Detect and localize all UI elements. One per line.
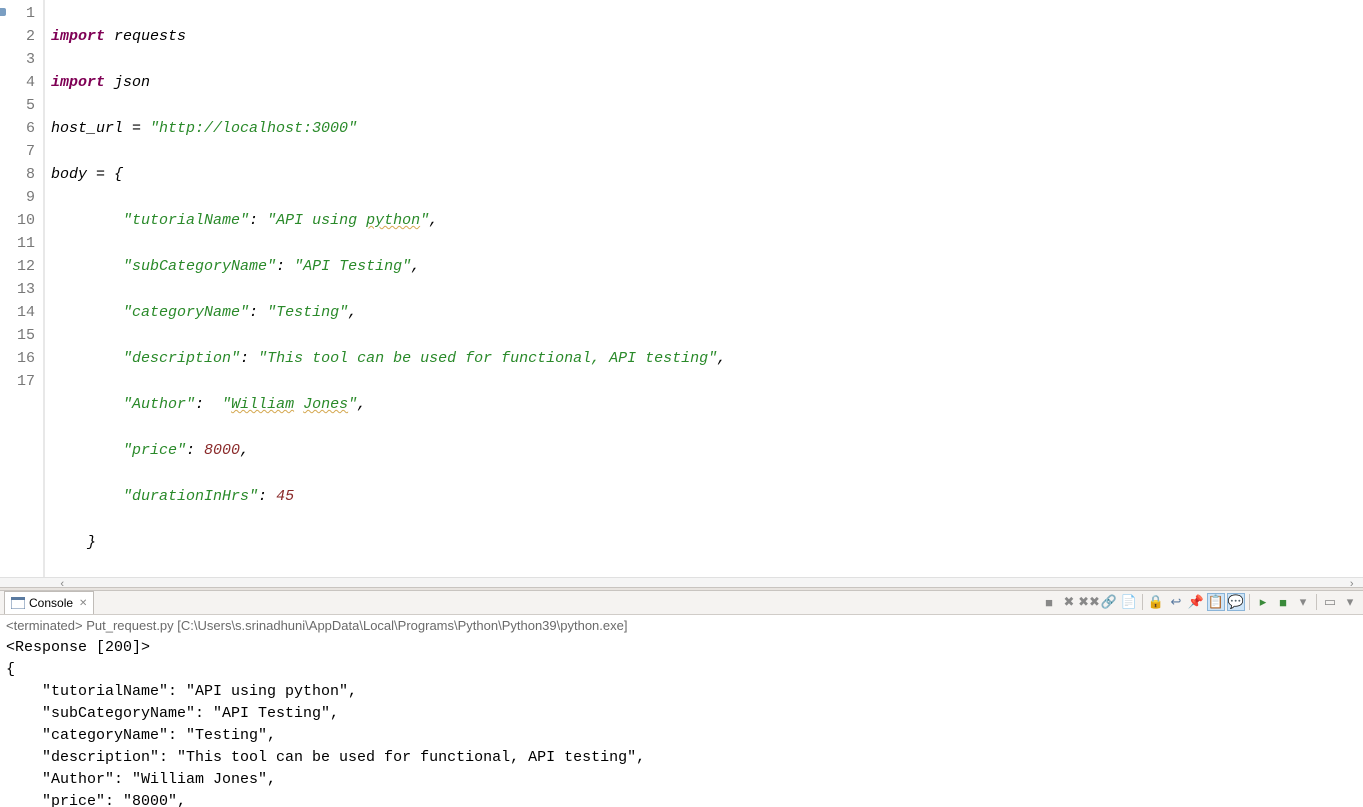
console-icon: [11, 597, 25, 609]
line-number: 16: [0, 347, 35, 370]
code-line[interactable]: "durationInHrs": 45: [51, 485, 1363, 508]
scroll-lock-icon[interactable]: 🔒: [1147, 593, 1165, 611]
scroll-right-icon[interactable]: ›: [1344, 579, 1359, 591]
word-wrap-icon[interactable]: ↩: [1167, 593, 1185, 611]
view-menu-icon[interactable]: ▾: [1294, 593, 1312, 611]
line-number: 5: [0, 94, 35, 117]
remove-launch-icon[interactable]: ✖: [1060, 593, 1078, 611]
line-number-gutter: 1 2 3 4 5 6 7 8 9 10 11 12 13 14 15 16 1…: [0, 0, 45, 577]
line-number: 8: [0, 163, 35, 186]
scroll-left-icon[interactable]: ‹: [55, 579, 70, 591]
editor-pane: 1 2 3 4 5 6 7 8 9 10 11 12 13 14 15 16 1…: [0, 0, 1363, 577]
code-line[interactable]: "Author": "William Jones",: [51, 393, 1363, 416]
code-line[interactable]: body = {: [51, 163, 1363, 186]
separator: [1316, 594, 1317, 610]
fold-marker[interactable]: [0, 8, 6, 16]
code-line[interactable]: import json: [51, 71, 1363, 94]
maximize-icon[interactable]: ▾: [1341, 593, 1359, 611]
console-header: Console ✕ ■ ✖ ✖✖ 🔗 📄 🔒 ↩ 📌 📋 💬 ▸ ■ ▾ ▭ ▾: [0, 591, 1363, 615]
code-line[interactable]: "tutorialName": "API using python",: [51, 209, 1363, 232]
minimize-icon[interactable]: ▭: [1321, 593, 1339, 611]
console-tab-label: Console: [29, 596, 73, 610]
horizontal-scrollbar[interactable]: ‹ ›: [0, 577, 1363, 587]
code-line[interactable]: host_url = "http://localhost:3000": [51, 117, 1363, 140]
separator: [1142, 594, 1143, 610]
code-line[interactable]: "categoryName": "Testing",: [51, 301, 1363, 324]
line-number: 3: [0, 48, 35, 71]
code-line[interactable]: }: [51, 531, 1363, 554]
line-number: 7: [0, 140, 35, 163]
line-number: 11: [0, 232, 35, 255]
show-console-icon[interactable]: 💬: [1227, 593, 1245, 611]
line-number: 6: [0, 117, 35, 140]
link-icon[interactable]: 🔗: [1100, 593, 1118, 611]
run-file-path: Put_request.py [C:\Users\s.srinadhuni\Ap…: [86, 618, 627, 633]
remove-all-icon[interactable]: ✖✖: [1080, 593, 1098, 611]
terminate-icon[interactable]: ■: [1040, 593, 1058, 611]
display-selected-icon[interactable]: 📋: [1207, 593, 1225, 611]
line-number: 4: [0, 71, 35, 94]
line-number: 17: [0, 370, 35, 393]
code-line[interactable]: import requests: [51, 25, 1363, 48]
line-number: 14: [0, 301, 35, 324]
line-number: 9: [0, 186, 35, 209]
line-number: 13: [0, 278, 35, 301]
code-line[interactable]: "description": "This tool can be used fo…: [51, 347, 1363, 370]
clear-console-icon[interactable]: 📄: [1120, 593, 1138, 611]
code-line[interactable]: "subCategoryName": "API Testing",: [51, 255, 1363, 278]
console-tab[interactable]: Console ✕: [4, 591, 94, 614]
code-editor[interactable]: import requests import json host_url = "…: [45, 0, 1363, 577]
run-info: <terminated> Put_request.py [C:\Users\s.…: [0, 615, 1363, 635]
pin-console-icon[interactable]: 📌: [1187, 593, 1205, 611]
line-number: 1: [0, 2, 35, 25]
run-status: <terminated>: [6, 618, 86, 633]
console-toolbar: ■ ✖ ✖✖ 🔗 📄 🔒 ↩ 📌 📋 💬 ▸ ■ ▾ ▭ ▾: [1040, 593, 1359, 611]
line-number: 10: [0, 209, 35, 232]
code-line[interactable]: "price": 8000,: [51, 439, 1363, 462]
close-icon[interactable]: ✕: [79, 598, 87, 609]
line-number: 12: [0, 255, 35, 278]
new-console-icon[interactable]: ■: [1274, 593, 1292, 611]
open-console-icon[interactable]: ▸: [1254, 593, 1272, 611]
console-output[interactable]: <Response [200]> { "tutorialName": "API …: [0, 635, 1363, 807]
line-number: 2: [0, 25, 35, 48]
separator: [1249, 594, 1250, 610]
line-number: 15: [0, 324, 35, 347]
